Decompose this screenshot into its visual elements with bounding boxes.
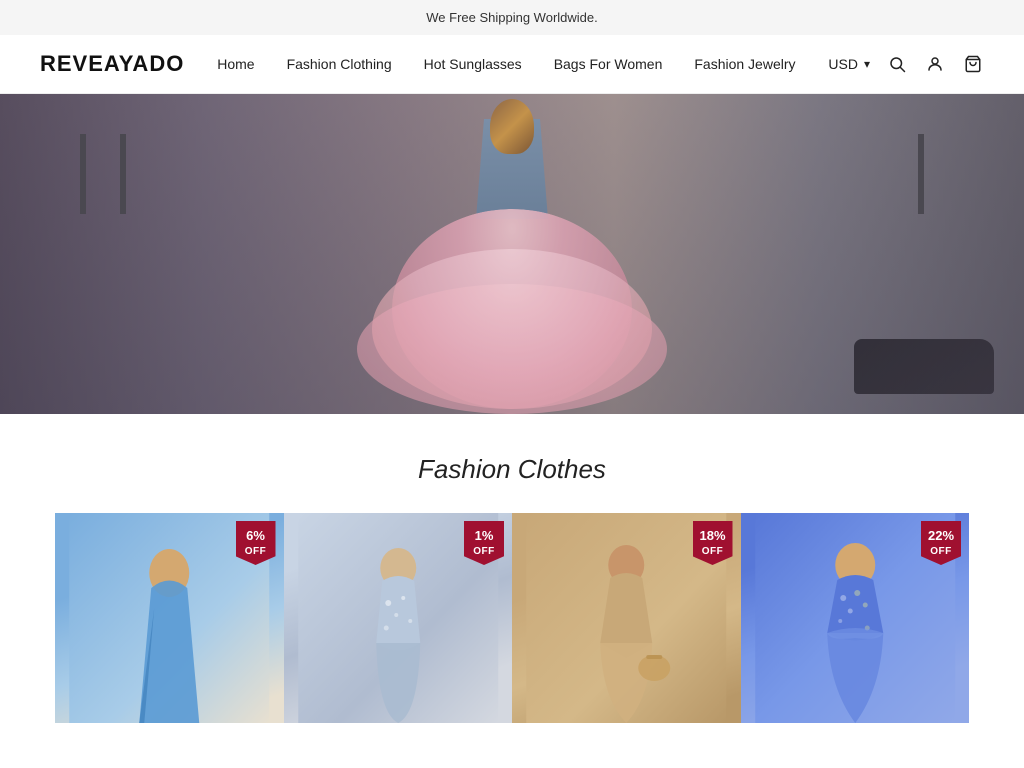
product-grid: 6% OFF — [0, 513, 1024, 723]
discount-badge-4: 22% OFF — [921, 521, 961, 565]
discount-badge-3: 18% OFF — [693, 521, 733, 565]
discount-off-1: OFF — [245, 545, 267, 558]
discount-badge-1: 6% OFF — [236, 521, 276, 565]
nav-fashion-clothing[interactable]: Fashion Clothing — [287, 56, 392, 72]
discount-percent-2: 1% — [475, 528, 494, 545]
street-light-left — [80, 134, 86, 214]
section-title: Fashion Clothes — [20, 454, 1004, 485]
site-header: REVEAYADO Home Fashion Clothing Hot Sung… — [0, 35, 1024, 94]
hero-figure — [322, 94, 702, 414]
discount-off-2: OFF — [473, 545, 495, 558]
top-banner: We Free Shipping Worldwide. — [0, 0, 1024, 35]
discount-off-3: OFF — [702, 545, 724, 558]
hero-section — [0, 94, 1024, 414]
figure-head — [490, 99, 534, 154]
discount-badge-2: 1% OFF — [464, 521, 504, 565]
nav-hot-sunglasses[interactable]: Hot Sunglasses — [424, 56, 522, 72]
discount-percent-4: 22% — [928, 528, 954, 545]
product-card-1[interactable]: 6% OFF — [55, 513, 284, 723]
fashion-clothes-section: Fashion Clothes — [0, 414, 1024, 723]
product-card-3[interactable]: 18% OFF — [512, 513, 741, 723]
car-silhouette — [854, 339, 994, 394]
figure-skirt-layer2 — [357, 284, 667, 414]
hero-dress — [382, 99, 642, 409]
main-nav: Home Fashion Clothing Hot Sunglasses Bag… — [217, 56, 795, 72]
discount-percent-3: 18% — [699, 528, 725, 545]
currency-selector[interactable]: USD — [828, 56, 870, 72]
nav-fashion-jewelry[interactable]: Fashion Jewelry — [694, 56, 795, 72]
product-card-2[interactable]: 1% OFF — [284, 513, 513, 723]
section-title-area: Fashion Clothes — [0, 414, 1024, 513]
banner-text: We Free Shipping Worldwide. — [426, 10, 598, 25]
nav-home[interactable]: Home — [217, 56, 254, 72]
discount-off-4: OFF — [930, 545, 952, 558]
cart-icon[interactable] — [962, 53, 984, 75]
product-card-4[interactable]: 22% OFF — [741, 513, 970, 723]
discount-percent-1: 6% — [246, 528, 265, 545]
nav-bags-for-women[interactable]: Bags For Women — [554, 56, 663, 72]
street-light-left2 — [120, 134, 126, 214]
site-logo[interactable]: REVEAYADO — [40, 51, 184, 77]
account-icon[interactable] — [924, 53, 946, 75]
header-right: USD — [828, 53, 984, 75]
street-light-right — [918, 134, 924, 214]
search-icon[interactable] — [886, 53, 908, 75]
